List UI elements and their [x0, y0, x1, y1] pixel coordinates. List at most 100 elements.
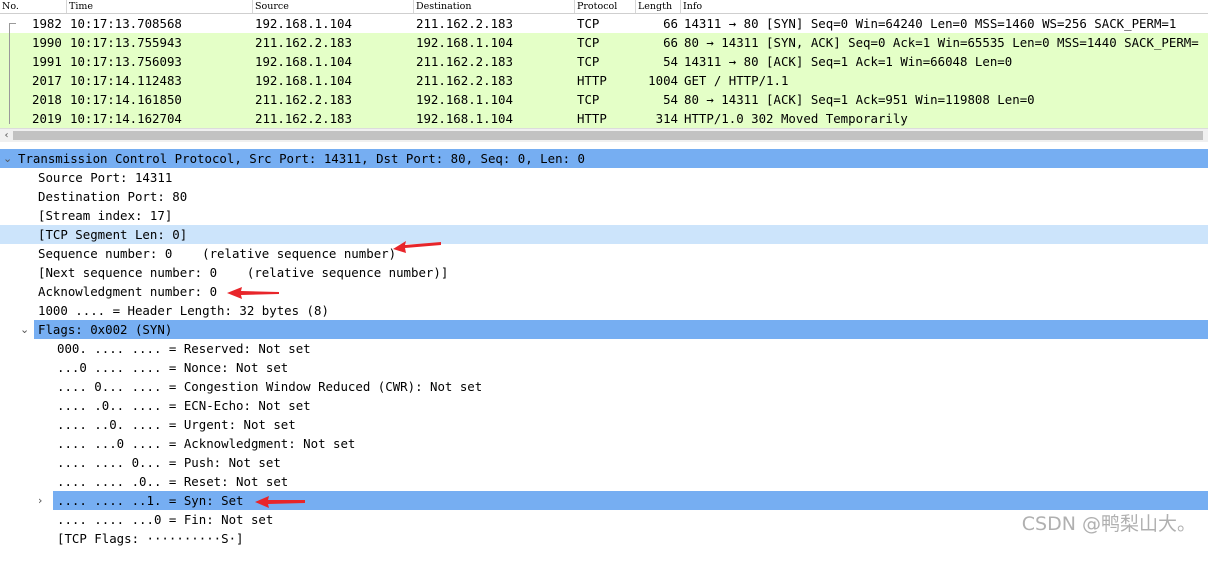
column-header-row: No. Time Source Destination Protocol Len… [0, 0, 1208, 14]
packet-source: 192.168.1.104 [255, 16, 352, 31]
packet-time: 10:17:14.161850 [70, 92, 182, 107]
packet-info: HTTP/1.0 302 Moved Temporarily [684, 111, 908, 126]
packet-source: 211.162.2.183 [255, 92, 352, 107]
column-protocol[interactable]: Protocol [574, 0, 617, 13]
packet-info: 80 → 14311 [ACK] Seq=1 Ack=951 Win=11980… [684, 92, 1035, 107]
flag-nonce-label: ...0 .... .... = Nonce: Not set [57, 360, 289, 375]
packet-no: 2017 [32, 73, 62, 88]
seq-number-label: Sequence number: 0 (relative sequence nu… [38, 246, 397, 261]
chevron-right-icon[interactable]: › [38, 491, 42, 510]
flags-label: Flags: 0x002 (SYN) [38, 322, 173, 337]
flag-ack-label: .... ...0 .... = Acknowledgment: Not set [57, 436, 356, 451]
column-source[interactable]: Source [252, 0, 289, 13]
conversation-bracket-start [9, 23, 16, 24]
packet-time: 10:17:14.162704 [70, 111, 182, 126]
stream-index-label: [Stream index: 17] [38, 208, 173, 223]
tree-row-src-port[interactable]: Source Port: 14311 [0, 168, 1208, 187]
packet-protocol: TCP [577, 54, 600, 69]
packet-protocol: TCP [577, 92, 600, 107]
packet-destination: 192.168.1.104 [416, 111, 513, 126]
tree-row-stream-index[interactable]: [Stream index: 17] [0, 206, 1208, 225]
red-arrow-icon [255, 496, 305, 508]
packet-length: 54 [663, 54, 678, 69]
packet-row[interactable]: 2017 10:17:14.112483 192.168.1.104 211.1… [0, 71, 1208, 90]
packet-info: 14311 → 80 [ACK] Seq=1 Ack=1 Win=66048 L… [684, 54, 1013, 69]
packet-row[interactable]: 1990 10:17:13.755943 211.162.2.183 192.1… [0, 33, 1208, 52]
flags-highlight [34, 320, 1208, 339]
packet-protocol: TCP [577, 35, 600, 50]
packet-destination: 211.162.2.183 [416, 54, 513, 69]
tree-row-seq-number[interactable]: Sequence number: 0 (relative sequence nu… [0, 244, 1208, 263]
packet-no: 1982 [32, 16, 62, 31]
flag-cwr-label: .... 0... .... = Congestion Window Reduc… [57, 379, 483, 394]
tree-row-flag-urgent[interactable]: .... ..0. .... = Urgent: Not set [0, 415, 1208, 434]
packet-length: 1004 [648, 73, 678, 88]
tree-row-flag-ack[interactable]: .... ...0 .... = Acknowledgment: Not set [0, 434, 1208, 453]
ack-number-label: Acknowledgment number: 0 [38, 284, 218, 299]
next-seq-label: [Next sequence number: 0 (relative seque… [38, 265, 449, 280]
tree-row-flag-reset[interactable]: .... .... .0.. = Reset: Not set [0, 472, 1208, 491]
packet-destination: 211.162.2.183 [416, 73, 513, 88]
dst-port-label: Destination Port: 80 [38, 189, 188, 204]
tree-row-segment-len[interactable]: [TCP Segment Len: 0] [0, 225, 1208, 244]
packet-destination: 192.168.1.104 [416, 92, 513, 107]
packet-protocol: TCP [577, 16, 600, 31]
column-length[interactable]: Length [635, 0, 672, 13]
packet-protocol: HTTP [577, 111, 607, 126]
tree-row-tcp[interactable]: ⌄ Transmission Control Protocol, Src Por… [0, 149, 1208, 168]
flag-urgent-label: .... ..0. .... = Urgent: Not set [57, 417, 296, 432]
tcp-header-label: Transmission Control Protocol, Src Port:… [18, 151, 585, 166]
red-arrow-icon [227, 287, 279, 299]
flag-syn-label: .... .... ..1. = Syn: Set [57, 493, 244, 508]
packet-info: GET / HTTP/1.1 [684, 73, 789, 88]
segment-len-label: [TCP Segment Len: 0] [38, 227, 188, 242]
header-length-label: 1000 .... = Header Length: 32 bytes (8) [38, 303, 329, 318]
packet-list[interactable]: No. Time Source Destination Protocol Len… [0, 0, 1208, 128]
red-arrow-icon [393, 241, 441, 253]
packet-details-pane[interactable]: ⌄ Transmission Control Protocol, Src Por… [0, 148, 1208, 546]
column-info[interactable]: Info [680, 0, 702, 13]
flag-ecn-label: .... .0.. .... = ECN-Echo: Not set [57, 398, 311, 413]
packet-no: 1991 [32, 54, 62, 69]
packet-list-hscrollbar[interactable]: ‹ [0, 128, 1208, 142]
packet-row[interactable]: 2018 10:17:14.161850 211.162.2.183 192.1… [0, 90, 1208, 109]
tree-row-flag-reserved[interactable]: 000. .... .... = Reserved: Not set [0, 339, 1208, 358]
packet-info: 14311 → 80 [SYN] Seq=0 Win=64240 Len=0 M… [684, 16, 1177, 31]
packet-row[interactable]: 1982 10:17:13.708568 192.168.1.104 211.1… [0, 14, 1208, 33]
packet-no: 1990 [32, 35, 62, 50]
column-time[interactable]: Time [66, 0, 93, 13]
tree-row-flag-syn[interactable]: › .... .... ..1. = Syn: Set [0, 491, 1208, 510]
packet-time: 10:17:13.755943 [70, 35, 182, 50]
tree-row-ack-number[interactable]: Acknowledgment number: 0 [0, 282, 1208, 301]
column-destination[interactable]: Destination [413, 0, 471, 13]
flag-fin-label: .... .... ...0 = Fin: Not set [57, 512, 274, 527]
packet-length: 54 [663, 92, 678, 107]
packet-source: 192.168.1.104 [255, 54, 352, 69]
scrollbar-thumb[interactable] [13, 131, 1203, 140]
chevron-down-icon[interactable]: ⌄ [3, 149, 12, 168]
tree-row-header-length[interactable]: 1000 .... = Header Length: 32 bytes (8) [0, 301, 1208, 320]
packet-length: 314 [655, 111, 678, 126]
packet-source: 211.162.2.183 [255, 111, 352, 126]
chevron-down-icon[interactable]: ⌄ [20, 320, 29, 339]
tcp-flags-label: [TCP Flags: ··········S·] [57, 531, 244, 546]
packet-time: 10:17:13.708568 [70, 16, 182, 31]
packet-row[interactable]: 1991 10:17:13.756093 192.168.1.104 211.1… [0, 52, 1208, 71]
tree-row-flag-ecn[interactable]: .... .0.. .... = ECN-Echo: Not set [0, 396, 1208, 415]
column-no[interactable]: No. [0, 0, 19, 13]
watermark: CSDN @鸭梨山大。 [1021, 513, 1196, 535]
flag-push-label: .... .... 0... = Push: Not set [57, 455, 281, 470]
tree-row-flags[interactable]: ⌄ Flags: 0x002 (SYN) [0, 320, 1208, 339]
packet-time: 10:17:14.112483 [70, 73, 182, 88]
flag-reserved-label: 000. .... .... = Reserved: Not set [57, 341, 311, 356]
tree-row-dst-port[interactable]: Destination Port: 80 [0, 187, 1208, 206]
packet-no: 2018 [32, 92, 62, 107]
tree-row-flag-cwr[interactable]: .... 0... .... = Congestion Window Reduc… [0, 377, 1208, 396]
tree-row-flag-nonce[interactable]: ...0 .... .... = Nonce: Not set [0, 358, 1208, 377]
scroll-left-icon[interactable]: ‹ [1, 129, 12, 142]
packet-row[interactable]: 2019 10:17:14.162704 211.162.2.183 192.1… [0, 109, 1208, 128]
flag-reset-label: .... .... .0.. = Reset: Not set [57, 474, 289, 489]
packet-destination: 211.162.2.183 [416, 16, 513, 31]
tree-row-next-seq[interactable]: [Next sequence number: 0 (relative seque… [0, 263, 1208, 282]
tree-row-flag-push[interactable]: .... .... 0... = Push: Not set [0, 453, 1208, 472]
